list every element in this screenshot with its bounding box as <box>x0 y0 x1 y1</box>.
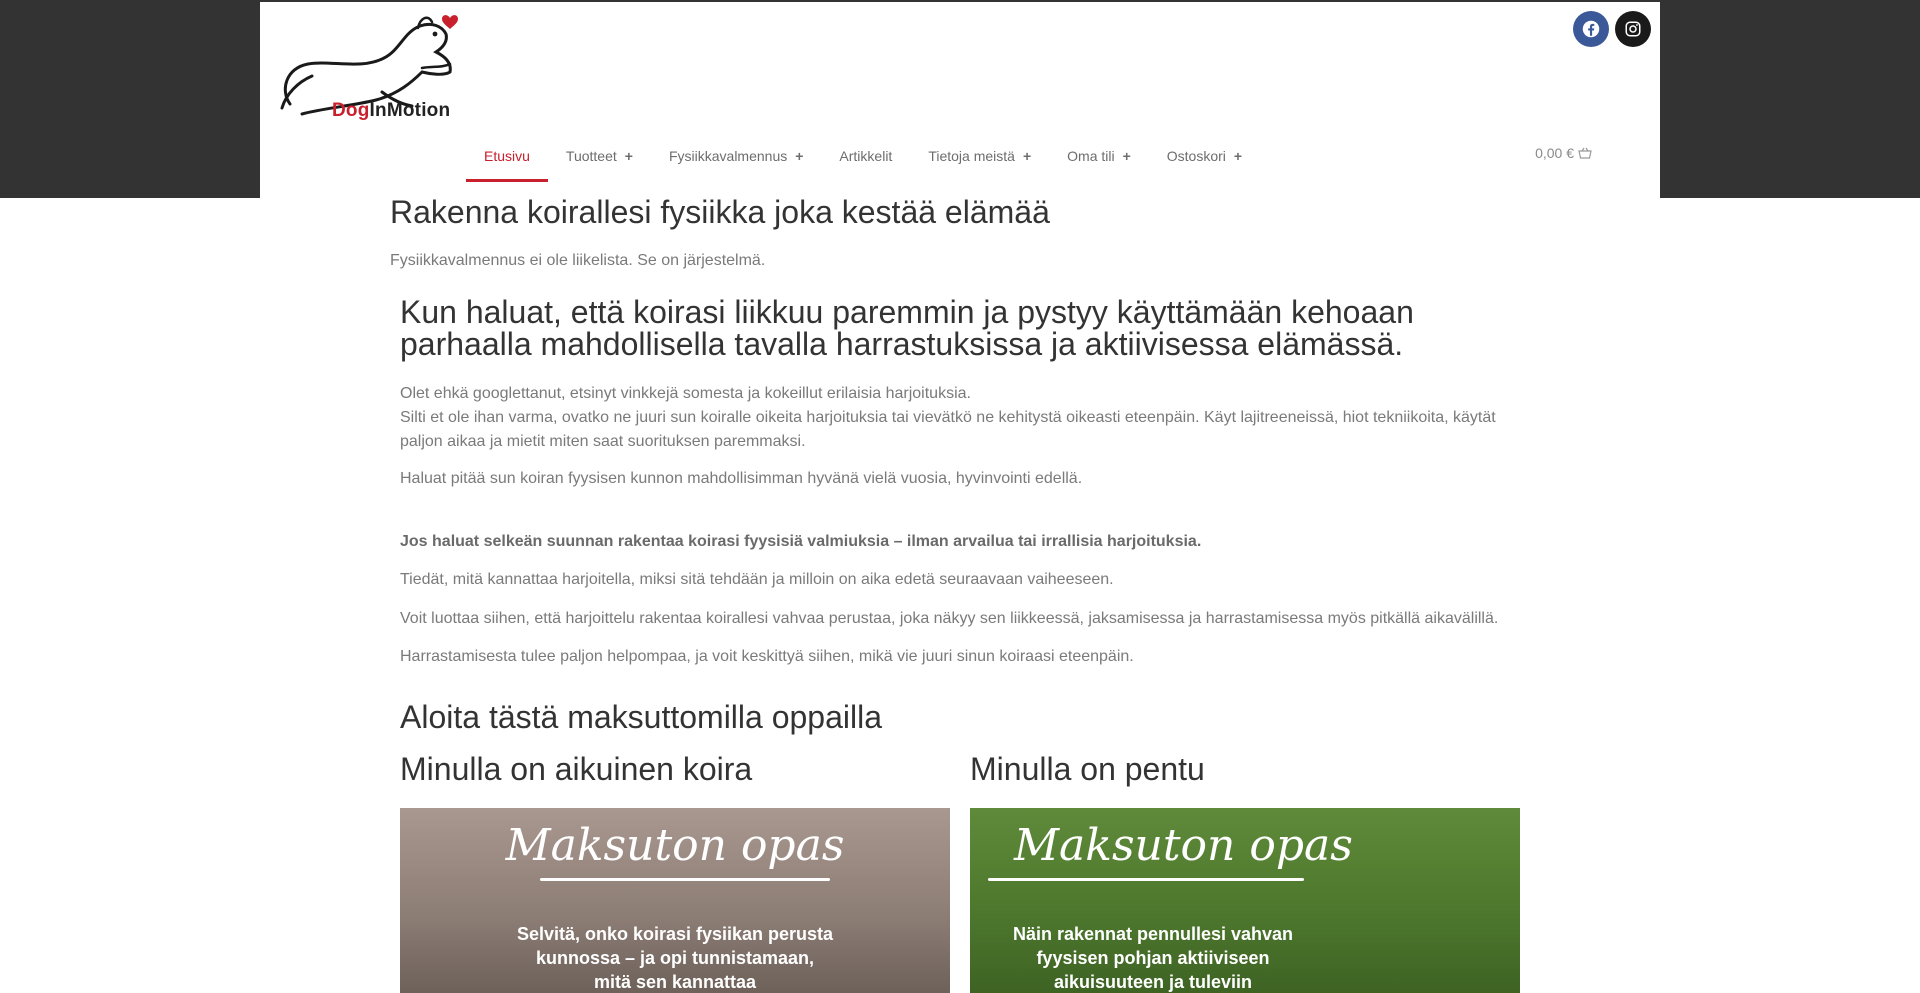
puppy-heading: Minulla on pentu <box>970 751 1205 787</box>
nav-item-tietoja-meista[interactable]: Tietoja meistä + <box>910 132 1049 178</box>
site-logo[interactable]: DogInMotion <box>272 12 464 128</box>
logo-text-in: In <box>369 100 387 121</box>
nav-item-tuotteet[interactable]: Tuotteet + <box>548 132 651 178</box>
guide-description: Selvitä, onko koirasi fysiikan perusta k… <box>516 924 834 992</box>
expand-plus-icon[interactable]: + <box>1023 148 1031 164</box>
instagram-icon[interactable] <box>1615 11 1651 47</box>
nav-item-etusivu[interactable]: Etusivu <box>466 132 548 182</box>
nav-label: Ostoskori <box>1166 148 1226 164</box>
nav-item-ostoskori[interactable]: Ostoskori + <box>1149 132 1260 178</box>
nav-label: Etusivu <box>484 148 530 164</box>
easier-paragraph: Harrastamisesta tulee paljon helpompaa, … <box>400 648 1134 665</box>
guide-description: Näin rakennat pennullesi vahvan fyysisen… <box>1012 924 1294 992</box>
facebook-icon[interactable] <box>1573 11 1609 47</box>
nav-label: Tuotteet <box>565 148 617 164</box>
page-subtitle: Fysiikkavalmennus ei ole liikelista. Se … <box>390 252 766 269</box>
nav-item-oma-tili[interactable]: Oma tili + <box>1049 132 1149 178</box>
guide-script-title: Maksuton opas <box>1014 820 1353 871</box>
nav-label: Artikkelit <box>839 148 893 164</box>
logo-text-motion: Motion <box>386 100 451 121</box>
expand-plus-icon[interactable]: + <box>625 148 633 164</box>
intro-paragraph: Olet ehkä googlettanut, etsinyt vinkkejä… <box>400 382 1510 454</box>
swoosh-divider <box>988 878 1304 881</box>
wellbeing-paragraph: Haluat pitää sun koiran fyysisen kunnon … <box>400 470 1083 487</box>
expand-plus-icon[interactable]: + <box>1234 148 1242 164</box>
logo-text-dog: Dog <box>332 100 370 121</box>
expand-plus-icon[interactable]: + <box>1123 148 1131 164</box>
mini-cart[interactable]: 0,00 € <box>1535 145 1592 161</box>
nav-label: Fysiikkavalmennus <box>668 148 788 164</box>
nav-label: Oma tili <box>1067 148 1115 164</box>
main-navigation: Etusivu Tuotteet + Fysiikkavalmennus + Art… <box>466 132 1260 182</box>
basket-icon <box>1578 147 1592 159</box>
nav-label: Tietoja meistä <box>928 148 1015 164</box>
intro-heading: Kun haluat, että koirasi liikkuu paremmi… <box>400 294 1414 362</box>
direction-paragraph: Jos haluat selkeän suunnan rakentaa koir… <box>400 533 1202 550</box>
site-header: DogInMotion Etusivu Tuotteet + Fysiikkava… <box>260 2 1660 198</box>
nav-item-fysiikkavalmennus[interactable]: Fysiikkavalmennus + <box>651 132 821 178</box>
adult-guide-card[interactable]: Maksuton opas Selvitä, onko koirasi fysi… <box>400 808 950 993</box>
intro-line-1: Olet ehkä googlettanut, etsinyt vinkkejä… <box>400 385 971 402</box>
expand-plus-icon[interactable]: + <box>795 148 803 164</box>
puppy-guide-card[interactable]: Maksuton opas Näin rakennat pennullesi v… <box>970 808 1520 993</box>
cart-amount: 0,00 € <box>1535 145 1574 161</box>
nav-item-artikkelit[interactable]: Artikkelit <box>821 132 910 178</box>
swoosh-divider <box>540 878 830 881</box>
page-title: Rakenna koirallesi fysiikka joka kestää … <box>390 194 1050 230</box>
logo-wordmark: DogInMotion <box>332 100 450 122</box>
guides-heading: Aloita tästä maksuttomilla oppailla <box>400 699 883 735</box>
social-links <box>1573 11 1651 47</box>
adult-dog-heading: Minulla on aikuinen koira <box>400 751 753 787</box>
know-paragraph: Tiedät, mitä kannattaa harjoitella, miks… <box>400 571 1114 588</box>
intro-line-2: Silti et ole ihan varma, ovatko ne juuri… <box>400 409 1496 450</box>
guide-script-title: Maksuton opas <box>505 820 845 871</box>
trust-paragraph: Voit luottaa siihen, että harjoittelu ra… <box>400 610 1499 627</box>
